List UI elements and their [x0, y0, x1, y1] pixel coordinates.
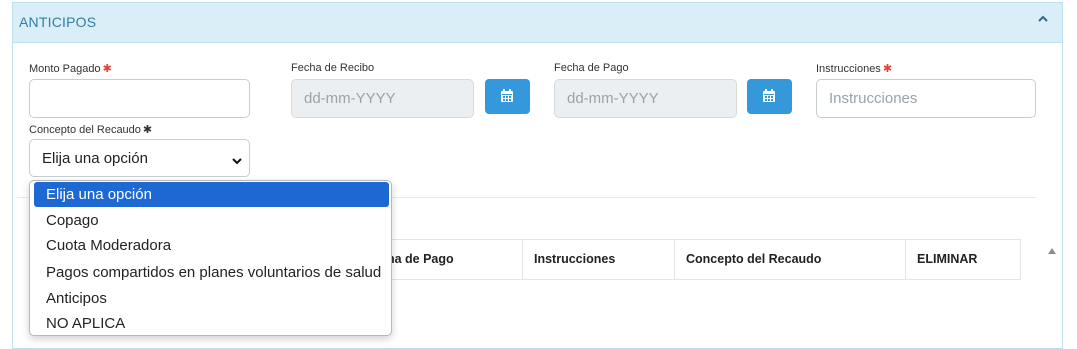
dropdown-option[interactable]: Copago	[34, 208, 389, 233]
fecha-recibo-input[interactable]	[291, 79, 474, 118]
concepto-dropdown-list: Elija una opción Copago Cuota Moderadora…	[29, 180, 392, 336]
concepto-label: Concepto del Recaudo ✱	[29, 123, 152, 136]
th-instrucciones: Instrucciones	[522, 240, 674, 279]
concepto-select-value: Elija una opción	[42, 150, 148, 167]
calendar-icon	[501, 89, 513, 102]
instrucciones-input[interactable]	[816, 79, 1036, 118]
dropdown-option[interactable]: Pagos compartidos en planes voluntarios …	[34, 260, 389, 285]
fecha-recibo-calendar-button[interactable]	[485, 79, 530, 114]
chevron-up-icon[interactable]	[1032, 8, 1054, 30]
required-icon: ✱	[102, 63, 112, 75]
triangle-up-icon[interactable]	[1047, 243, 1057, 254]
fecha-pago-input[interactable]	[554, 79, 737, 118]
dropdown-option[interactable]: NO APLICA	[34, 311, 389, 335]
instrucciones-label-text: Instrucciones	[816, 63, 881, 75]
panel-header[interactable]: ANTICIPOS	[13, 3, 1062, 43]
monto-pagado-label-text: Monto Pagado	[29, 63, 101, 75]
monto-pagado-input[interactable]	[29, 79, 250, 118]
chevron-down-icon	[231, 153, 243, 171]
monto-pagado-label: Monto Pagado ✱	[29, 62, 112, 75]
concepto-select[interactable]: Elija una opción	[29, 139, 250, 177]
dropdown-option[interactable]: Elija una opción	[34, 182, 389, 207]
instrucciones-label: Instrucciones ✱	[816, 62, 892, 75]
fecha-pago-calendar-button[interactable]	[747, 79, 792, 114]
calendar-icon	[763, 89, 775, 102]
fecha-recibo-label: Fecha de Recibo	[291, 62, 375, 74]
th-fecha-pago: cha de Pago	[380, 252, 454, 266]
dropdown-option[interactable]: Cuota Moderadora	[34, 233, 389, 258]
dropdown-option[interactable]: Anticipos	[34, 286, 389, 311]
table-header-row: cha de Pago Instrucciones Concepto del R…	[377, 239, 1021, 280]
panel-title: ANTICIPOS	[19, 14, 97, 30]
required-icon: ✱	[142, 124, 153, 136]
th-concepto-recaudo: Concepto del Recaudo	[674, 240, 905, 279]
concepto-label-text: Concepto del Recaudo	[29, 124, 141, 136]
th-eliminar: ELIMINAR	[905, 240, 1021, 279]
required-icon: ✱	[882, 63, 893, 75]
fecha-pago-label: Fecha de Pago	[554, 62, 629, 74]
